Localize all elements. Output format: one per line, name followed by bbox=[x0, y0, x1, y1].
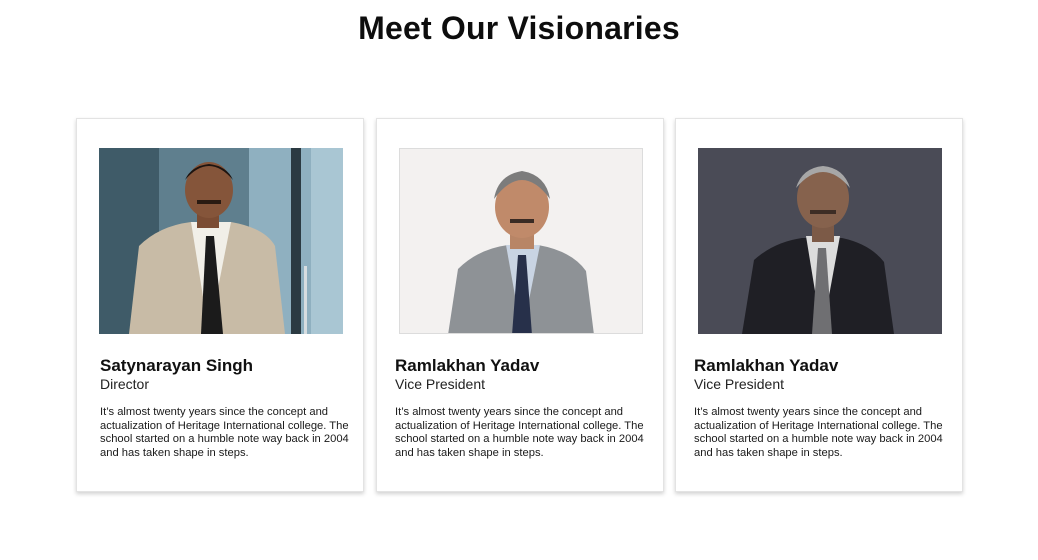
visionary-role: Vice President bbox=[395, 376, 486, 392]
visionary-name: Ramlakhan Yadav bbox=[694, 356, 839, 375]
portrait-photo bbox=[698, 148, 942, 334]
page-title: Meet Our Visionaries bbox=[358, 10, 680, 46]
visionary-card: Satynarayan Singh Director It’s almost t… bbox=[76, 118, 364, 492]
visionary-name: Satynarayan Singh bbox=[100, 356, 254, 375]
visionary-role: Vice President bbox=[694, 376, 785, 392]
visionaries-section: Meet Our Visionaries Satynarayan Singh D… bbox=[0, 0, 1038, 560]
visionary-description: It’s almost twenty years since the conce… bbox=[694, 406, 943, 459]
visionary-role: Director bbox=[100, 376, 150, 392]
portrait-photo bbox=[399, 148, 643, 334]
visionary-name: Ramlakhan Yadav bbox=[395, 356, 540, 375]
visionary-card: Ramlakhan Yadav Vice President It’s almo… bbox=[675, 118, 963, 492]
visionary-description: It’s almost twenty years since the conce… bbox=[100, 406, 349, 459]
visionary-card: Ramlakhan Yadav Vice President It’s almo… bbox=[376, 118, 664, 492]
visionary-description: It’s almost twenty years since the conce… bbox=[395, 406, 644, 459]
portrait-photo bbox=[99, 148, 343, 334]
